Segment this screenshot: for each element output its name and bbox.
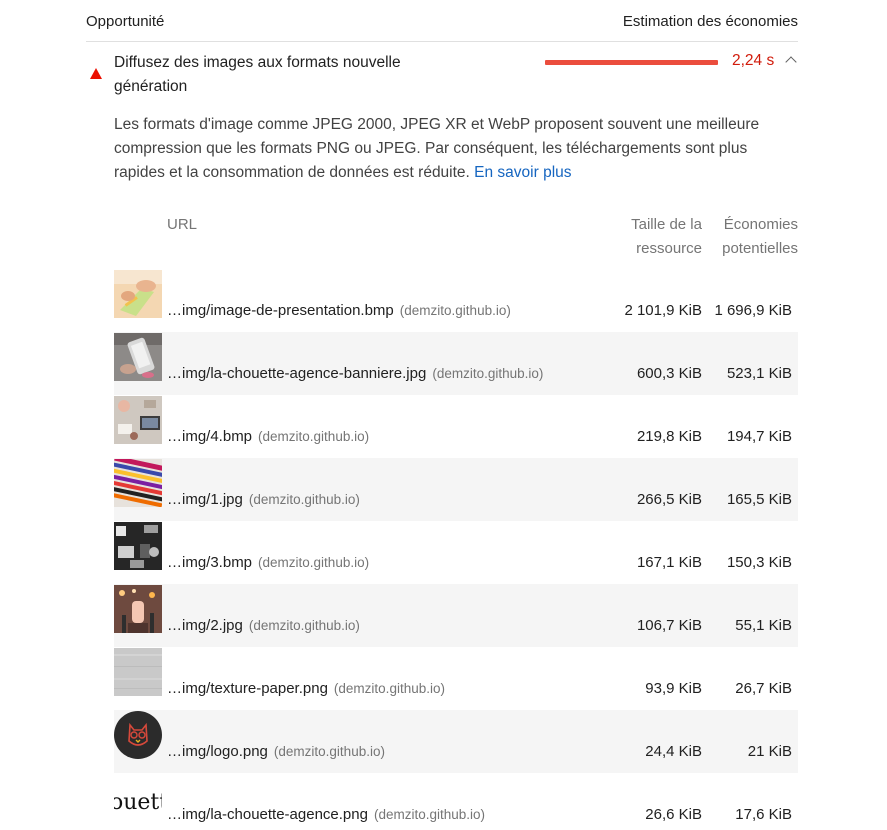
thumbnail-image [114,522,162,570]
thumbnail-image [114,585,162,633]
resource-url[interactable]: …img/3.bmp (demzito.github.io) [167,554,369,571]
resource-size: 24,4 KiB [645,743,702,760]
resource-size: 93,9 KiB [645,680,702,697]
learn-more-link[interactable]: En savoir plus [474,164,571,181]
potential-savings: 55,1 KiB [735,617,792,634]
table-row: …img/2.jpg (demzito.github.io) 106,7 KiB … [114,584,798,647]
thumbnail-image [114,648,162,696]
potential-savings: 21 KiB [747,743,792,760]
thumbnail-image [114,270,162,318]
resource-url[interactable]: …img/la-chouette-agence-banniere.jpg (dem… [167,365,543,382]
table-row: …img/la-chouette-agence-banniere.jpg (dem… [114,332,798,395]
description-text: Les formats d'image comme JPEG 2000, JPE… [114,116,760,181]
resource-size: 600,3 KiB [636,365,702,382]
potential-savings: 165,5 KiB [726,491,792,508]
column-url: URL [167,216,198,233]
resource-url[interactable]: …img/texture-paper.png (demzito.github.io… [167,680,445,697]
svg-text:ouett: ouett [114,790,162,815]
table-row: …img/image-de-presentation.bmp (demzito.g… [114,269,798,332]
thumbnail-image [114,396,162,444]
potential-savings: 1 696,9 KiB [714,302,792,319]
potential-savings: 26,7 KiB [735,680,792,697]
resource-size: 26,6 KiB [645,806,702,823]
audit-title: Diffusez des images aux formats nouvelle… [114,54,401,95]
resource-size: 219,8 KiB [636,428,702,445]
potential-savings: 523,1 KiB [726,365,792,382]
chevron-up-icon[interactable] [785,56,797,68]
potential-savings: 194,7 KiB [726,428,792,445]
column-resource-size: Taille de la ressource [631,216,702,257]
potential-savings: 17,6 KiB [735,806,792,823]
resource-url[interactable]: …img/logo.png (demzito.github.io) [167,743,385,760]
table-row: …img/logo.png (demzito.github.io) 24,4 Ki… [114,710,798,773]
savings-value: 2,24 s [732,52,775,69]
resource-url[interactable]: …img/image-de-presentation.bmp (demzito.g… [167,302,511,319]
details-table-header: URL Taille de la ressource Économies pot… [114,210,798,266]
resource-url[interactable]: …img/2.jpg (demzito.github.io) [167,617,360,634]
resource-size: 266,5 KiB [636,491,702,508]
thumbnail-image [114,333,162,381]
table-row: …img/3.bmp (demzito.github.io) 167,1 KiB … [114,521,798,584]
warning-triangle-icon [90,68,102,79]
table-row: …img/1.jpg (demzito.github.io) 266,5 KiB … [114,458,798,521]
audit-summary-toggle[interactable]: Diffusez des images aux formats nouvelle… [86,42,798,102]
table-row: ouett …img/la-chouette-agence.png(demzit… [114,773,798,830]
thumbnail-image [114,711,162,759]
savings-heading: Estimation des économies [622,13,798,30]
resource-size: 167,1 KiB [636,554,702,571]
details-table-body: …img/image-de-presentation.bmp (demzito.g… [114,269,798,830]
column-potential-savings: Économies potentielles [722,216,798,257]
table-row: …img/texture-paper.png (demzito.github.io… [114,647,798,710]
table-header-bar: Opportunité Estimation des économies [86,0,798,42]
resource-url[interactable]: …img/4.bmp (demzito.github.io) [167,428,369,445]
savings-bar [545,60,718,65]
potential-savings: 150,3 KiB [726,554,792,571]
opportunity-heading: Opportunité [86,13,165,30]
audit-description: Les formats d'image comme JPEG 2000, JPE… [114,113,794,185]
resource-url[interactable]: …img/1.jpg (demzito.github.io) [167,491,360,508]
resource-size: 2 101,9 KiB [624,302,702,319]
resource-size: 106,7 KiB [636,617,702,634]
thumbnail-image [114,459,162,507]
resource-url[interactable]: …img/la-chouette-agence.png (demzito.gith… [167,806,485,823]
thumbnail-image: ouett [114,774,162,822]
table-row: …img/4.bmp (demzito.github.io) 219,8 KiB … [114,395,798,458]
